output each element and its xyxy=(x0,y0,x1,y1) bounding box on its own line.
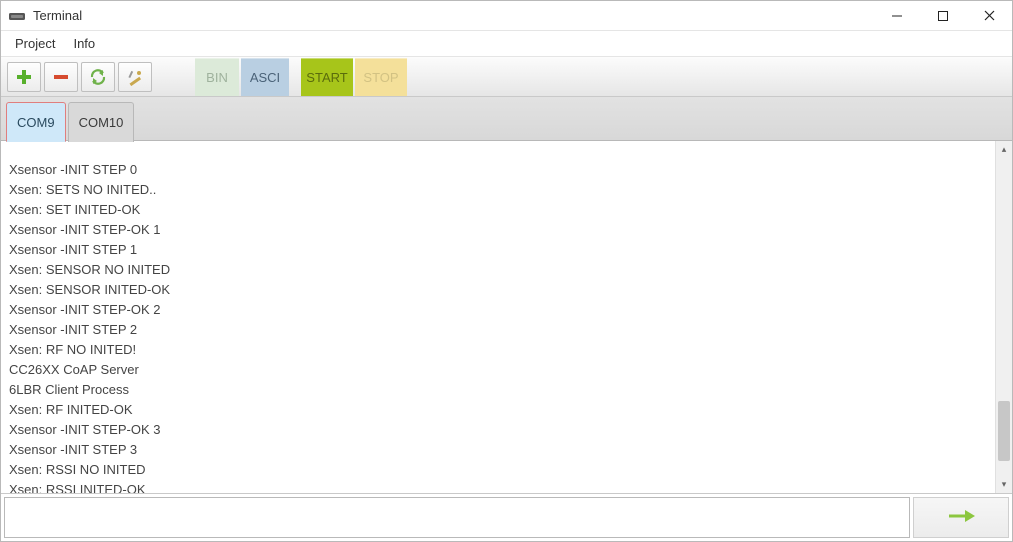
log-line: Xsen: RSSI NO INITED xyxy=(9,460,987,480)
refresh-button[interactable] xyxy=(81,62,115,92)
command-input[interactable] xyxy=(4,497,910,538)
toolbar: BIN ASCI START STOP xyxy=(1,57,1012,97)
menubar: Project Info xyxy=(1,31,1012,57)
scroll-up-icon[interactable]: ▴ xyxy=(996,141,1012,158)
mode-bin-button[interactable]: BIN xyxy=(195,58,239,96)
log-line: Xsensor -INIT STEP-OK 1 xyxy=(9,220,987,240)
log-line: Xsensor -INIT STEP-OK 3 xyxy=(9,420,987,440)
log-line: Xsensor -INIT STEP 3 xyxy=(9,440,987,460)
log-line: Xsen: SENSOR NO INITED xyxy=(9,260,987,280)
arrow-right-icon xyxy=(947,508,975,527)
log-line: Xsensor -INIT STEP-OK 2 xyxy=(9,300,987,320)
window-controls xyxy=(874,1,1012,30)
log-line: Xsen: RSSI INITED-OK xyxy=(9,480,987,493)
log-wrap: Xsensor -INIT STEP 0 Xsen: SETS NO INITE… xyxy=(1,141,1012,493)
log-line: Xsen: SET INITED-OK xyxy=(9,200,987,220)
scrollbar[interactable]: ▴ ▾ xyxy=(995,141,1012,493)
log-line: Xsen: RF NO INITED! xyxy=(9,340,987,360)
app-icon xyxy=(9,10,25,22)
menu-project[interactable]: Project xyxy=(15,36,55,51)
stop-button[interactable]: STOP xyxy=(355,58,407,96)
log-line: Xsen: SENSOR INITED-OK xyxy=(9,280,987,300)
log-truncated-line xyxy=(9,141,987,160)
tab-com9[interactable]: COM9 xyxy=(6,102,66,142)
window-title: Terminal xyxy=(33,8,874,23)
scroll-down-icon[interactable]: ▾ xyxy=(996,476,1012,493)
app-window: Terminal Project Info xyxy=(0,0,1013,542)
log-line: 6LBR Client Process xyxy=(9,380,987,400)
log-line: Xsensor -INIT STEP 2 xyxy=(9,320,987,340)
titlebar: Terminal xyxy=(1,1,1012,31)
add-button[interactable] xyxy=(7,62,41,92)
log-line: Xsensor -INIT STEP 1 xyxy=(9,240,987,260)
send-button[interactable] xyxy=(913,497,1009,538)
tab-com10[interactable]: COM10 xyxy=(68,102,135,142)
tab-label: COM9 xyxy=(17,115,55,130)
minimize-button[interactable] xyxy=(874,1,920,30)
log-line: Xsen: RF INITED-OK xyxy=(9,400,987,420)
log-line: Xsen: SETS NO INITED.. xyxy=(9,180,987,200)
mode-asci-button[interactable]: ASCI xyxy=(241,58,289,96)
close-button[interactable] xyxy=(966,1,1012,30)
start-button[interactable]: START xyxy=(301,58,353,96)
settings-button[interactable] xyxy=(118,62,152,92)
tabstrip: COM9 COM10 xyxy=(1,97,1012,141)
menu-info[interactable]: Info xyxy=(73,36,95,51)
scroll-thumb[interactable] xyxy=(998,401,1010,461)
bottom-bar xyxy=(1,493,1012,541)
log-output[interactable]: Xsensor -INIT STEP 0 Xsen: SETS NO INITE… xyxy=(1,141,995,493)
maximize-button[interactable] xyxy=(920,1,966,30)
log-line: CC26XX CoAP Server xyxy=(9,360,987,380)
remove-button[interactable] xyxy=(44,62,78,92)
log-line: Xsensor -INIT STEP 0 xyxy=(9,160,987,180)
tab-label: COM10 xyxy=(79,115,124,130)
